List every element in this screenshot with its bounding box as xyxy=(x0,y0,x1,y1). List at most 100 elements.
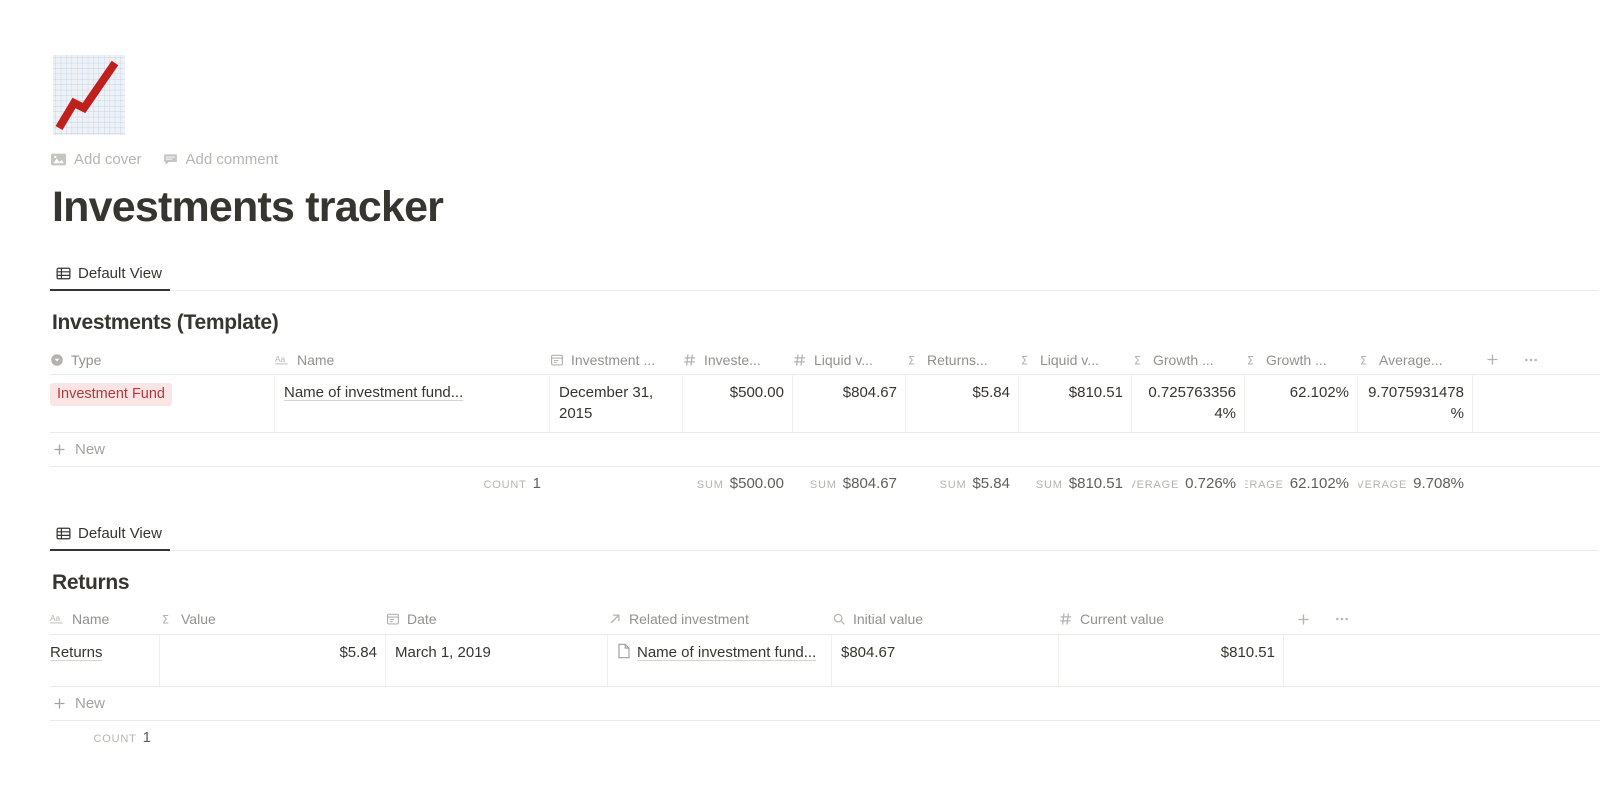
cell-current-value[interactable]: $810.51 xyxy=(1059,634,1284,686)
formula-icon: Σ xyxy=(1132,353,1146,367)
column-header-initial-value[interactable]: Initial value xyxy=(832,605,1059,634)
relation-link[interactable]: Name of investment fund... xyxy=(637,644,816,661)
cell-value: 62.102% xyxy=(1289,384,1349,402)
page-link[interactable]: Returns xyxy=(50,643,103,663)
aggregate-value: $804.67 xyxy=(842,475,897,493)
column-header-liquid-value[interactable]: Liquid v... xyxy=(793,345,906,374)
cell-value: $500.00 xyxy=(729,384,784,402)
aggregate-name-count[interactable]: Count 1 xyxy=(50,729,160,746)
aggregate-label: Average xyxy=(1358,479,1408,492)
column-header-value[interactable]: Σ Value xyxy=(160,605,386,634)
cell-value[interactable]: $5.84 xyxy=(160,634,386,686)
new-row-button-returns[interactable]: New xyxy=(50,687,1600,721)
investments-table: Type Aa Name Investment ... Investe... L… xyxy=(50,345,1600,501)
returns-table: Aa Name Σ Value Date Related investment … xyxy=(50,605,1600,755)
cell-growth[interactable]: 0.7257633564% xyxy=(1132,375,1245,432)
aggregate-value: $500.00 xyxy=(729,475,784,493)
cell-name[interactable]: Name of investment fund... xyxy=(275,375,550,432)
aggregate-label: Count xyxy=(93,733,137,746)
table-more-options-button[interactable] xyxy=(1511,345,1551,374)
comment-icon xyxy=(162,151,179,168)
formula-icon: Σ xyxy=(906,353,920,367)
title-icon: Aa xyxy=(275,353,290,367)
column-header-name[interactable]: Aa Name xyxy=(275,345,550,374)
cell-value-text: $810.51 xyxy=(1220,643,1275,661)
cell-average[interactable]: 9.7075931478% xyxy=(1358,375,1473,432)
aggregate-label: Sum xyxy=(1035,479,1063,492)
tab-label: Default View xyxy=(78,265,162,283)
aggregate-value: 1 xyxy=(142,729,151,747)
tab-default-view-investments[interactable]: Default View xyxy=(50,265,170,292)
column-header-current-value[interactable]: Current value xyxy=(1059,605,1284,634)
cell-name[interactable]: Returns xyxy=(50,634,160,686)
table-row[interactable]: Investment Fund Name of investment fund.… xyxy=(50,375,1600,433)
formula-icon: Σ xyxy=(160,612,174,627)
aggregate-growth-2-average[interactable]: Average 62.102% xyxy=(1245,475,1358,492)
column-header-investment-date[interactable]: Investment ... xyxy=(550,345,683,374)
cell-investment-date[interactable]: December 31, 2015 xyxy=(550,375,683,432)
column-header-growth-2[interactable]: Σ Growth ... xyxy=(1245,345,1358,374)
aggregate-liquid-sum[interactable]: Sum $804.67 xyxy=(793,475,906,492)
aggregate-growth-average[interactable]: Average 0.726% xyxy=(1132,475,1245,492)
aggregate-returns-sum[interactable]: Sum $5.84 xyxy=(906,475,1019,492)
table-icon xyxy=(56,526,71,541)
column-header-type[interactable]: Type xyxy=(50,345,275,374)
new-row-label: New xyxy=(75,440,106,458)
aggregate-name-count[interactable]: Count 1 xyxy=(275,475,550,492)
add-comment-button[interactable]: Add comment xyxy=(162,151,278,168)
formula-icon: Σ xyxy=(1019,353,1033,367)
aggregate-label: Average xyxy=(1132,479,1180,492)
column-header-average[interactable]: Σ Average... xyxy=(1358,345,1473,374)
page-icon[interactable] xyxy=(50,52,128,138)
column-header-liquid-value-2[interactable]: Σ Liquid v... xyxy=(1019,345,1132,374)
page-link[interactable]: Name of investment fund... xyxy=(284,383,463,403)
column-header-growth[interactable]: Σ Growth ... xyxy=(1132,345,1245,374)
column-header-label: Investe... xyxy=(704,351,761,368)
cell-date[interactable]: March 1, 2019 xyxy=(386,634,608,686)
cell-initial-value[interactable]: $804.67 xyxy=(832,634,1059,686)
column-header-label: Returns... xyxy=(927,351,988,368)
cell-value-text: March 1, 2019 xyxy=(395,643,491,661)
add-column-button[interactable] xyxy=(1473,345,1511,374)
column-header-name[interactable]: Aa Name xyxy=(50,605,160,634)
svg-text:Σ: Σ xyxy=(1360,353,1367,367)
database-block-investments: Default View Investments (Template) Type… xyxy=(48,259,1600,501)
aggregate-liquid-2-sum[interactable]: Sum $810.51 xyxy=(1019,475,1132,492)
add-cover-button[interactable]: Add cover xyxy=(50,151,142,168)
cell-value-text: $804.67 xyxy=(841,643,896,661)
table-row[interactable]: Returns $5.84 March 1, 2019 Name of inve… xyxy=(50,634,1600,687)
tab-default-view-returns[interactable]: Default View xyxy=(50,525,170,551)
cell-returns[interactable]: $5.84 xyxy=(906,375,1019,432)
investments-table-title: Investments (Template) xyxy=(52,311,279,335)
table-more-options-button[interactable] xyxy=(1322,605,1362,634)
cell-growth-2[interactable]: 62.102% xyxy=(1245,375,1358,432)
page-title[interactable]: Investments tracker xyxy=(52,183,1600,231)
aggregate-value: 0.726% xyxy=(1185,475,1236,493)
aggregate-invested-sum[interactable]: Sum $500.00 xyxy=(683,475,793,492)
returns-table-block: Returns Aa Name Σ Value Date Related inv… xyxy=(50,571,1600,755)
date-icon xyxy=(386,612,400,626)
cell-related-investment[interactable]: Name of investment fund... xyxy=(608,634,832,686)
cell-value-text: $5.84 xyxy=(339,643,377,661)
svg-text:Aa: Aa xyxy=(50,613,61,623)
notion-page: Add cover Add comment Investments tracke… xyxy=(0,0,1600,803)
cell-liquid-value[interactable]: $804.67 xyxy=(793,375,906,432)
column-header-label: Growth ... xyxy=(1153,351,1214,368)
aggregate-average[interactable]: Average 9.708% xyxy=(1358,475,1473,492)
svg-text:Σ: Σ xyxy=(1021,353,1028,367)
view-tabs-returns: Default View xyxy=(48,519,1598,551)
cell-invested[interactable]: $500.00 xyxy=(683,375,793,432)
image-icon xyxy=(50,151,67,168)
column-header-related-investment[interactable]: Related investment xyxy=(608,605,832,634)
cell-liquid-value-2[interactable]: $810.51 xyxy=(1019,375,1132,432)
column-header-date[interactable]: Date xyxy=(386,605,608,634)
table-header-row: Aa Name Σ Value Date Related investment … xyxy=(50,605,1600,635)
formula-icon: Σ xyxy=(1358,353,1372,367)
add-column-button[interactable] xyxy=(1284,605,1322,634)
new-row-button-investments[interactable]: New xyxy=(50,433,1600,467)
cell-type[interactable]: Investment Fund xyxy=(50,375,275,432)
column-header-returns[interactable]: Σ Returns... xyxy=(906,345,1019,374)
column-header-invested[interactable]: Investe... xyxy=(683,345,793,374)
cell-value: December 31, 2015 xyxy=(559,384,654,422)
aggregate-value: 62.102% xyxy=(1289,475,1349,493)
